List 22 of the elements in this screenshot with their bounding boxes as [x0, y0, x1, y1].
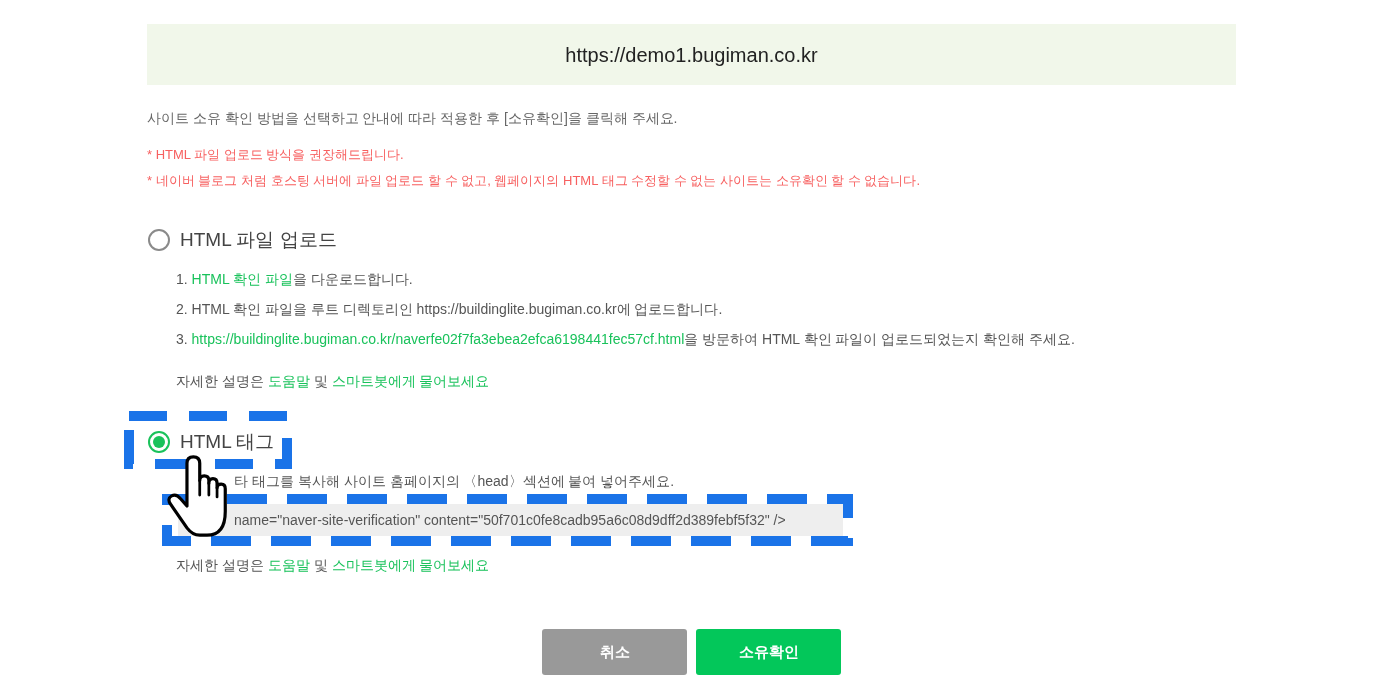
notice-text: * 네이버 블로그 처럼 호스팅 서버에 파일 업로드 할 수 없고, 웹페이지의 HTML 태그 수정할 수 없는 사이트는 소유확인 할 수 없습니다.: [147, 172, 922, 190]
link[interactable]: 스마트봇에게 물어보세요: [331, 557, 490, 573]
link[interactable]: 도움말: [267, 373, 310, 389]
site-url-banner: https://demo1.bugiman.co.kr: [147, 24, 1236, 85]
step-text: 3. https://buildinglite.bugiman.co.kr/naverfe02f7fa3ebea2efca6198441fec57cf.html을 방문하여 HTML 확인 파일이 업로드되었는지 확인해 주세요.: [176, 330, 1076, 349]
link[interactable]: 도움말: [267, 557, 310, 573]
link[interactable]: HTML 확인 파일: [191, 271, 293, 287]
code-field[interactable]: name="naver-site-verification" content="50f701c0fe8cadb95a6c08d9dff2d389febf5f32" />: [178, 504, 843, 536]
link[interactable]: https://buildinglite.bugiman.co.kr/naverfe02f7fa3ebea2efca6198441fec57cf.html: [191, 331, 685, 347]
radio-button[interactable]: [148, 431, 170, 453]
confirm-button[interactable]: 소유확인: [696, 629, 841, 675]
help-text: 자세한 설명은 도움말 및 스마트봇에게 물어보세요: [176, 556, 491, 575]
notice-text: * HTML 파일 업로드 방식을 권장해드립니다.: [147, 146, 405, 164]
help-text: 자세한 설명은 도움말 및 스마트봇에게 물어보세요: [176, 372, 491, 391]
description-text: 타 태그를 복사해 사이트 홈페이지의 〈head〉섹션에 붙여 넣어주세요.: [234, 472, 676, 491]
step-text: 1. HTML 확인 파일 을 다운로드합니다.: [176, 270, 414, 289]
instruction-text: 사이트 소유 확인 방법을 선택하고 안내에 따라 적용한 후 [소유확인]을 클릭해 주세요.: [147, 109, 679, 127]
option-label[interactable]: HTML 파일 업로드: [180, 227, 337, 253]
radio-button[interactable]: [148, 229, 170, 251]
cancel-button[interactable]: 취소: [542, 629, 687, 675]
link[interactable]: 스마트봇에게 물어보세요: [331, 373, 490, 389]
step-text: 2. HTML 확인 파일을 루트 디렉토리인 https://buildinglite.bugiman.co.kr에 업로드합니다.: [176, 300, 724, 319]
